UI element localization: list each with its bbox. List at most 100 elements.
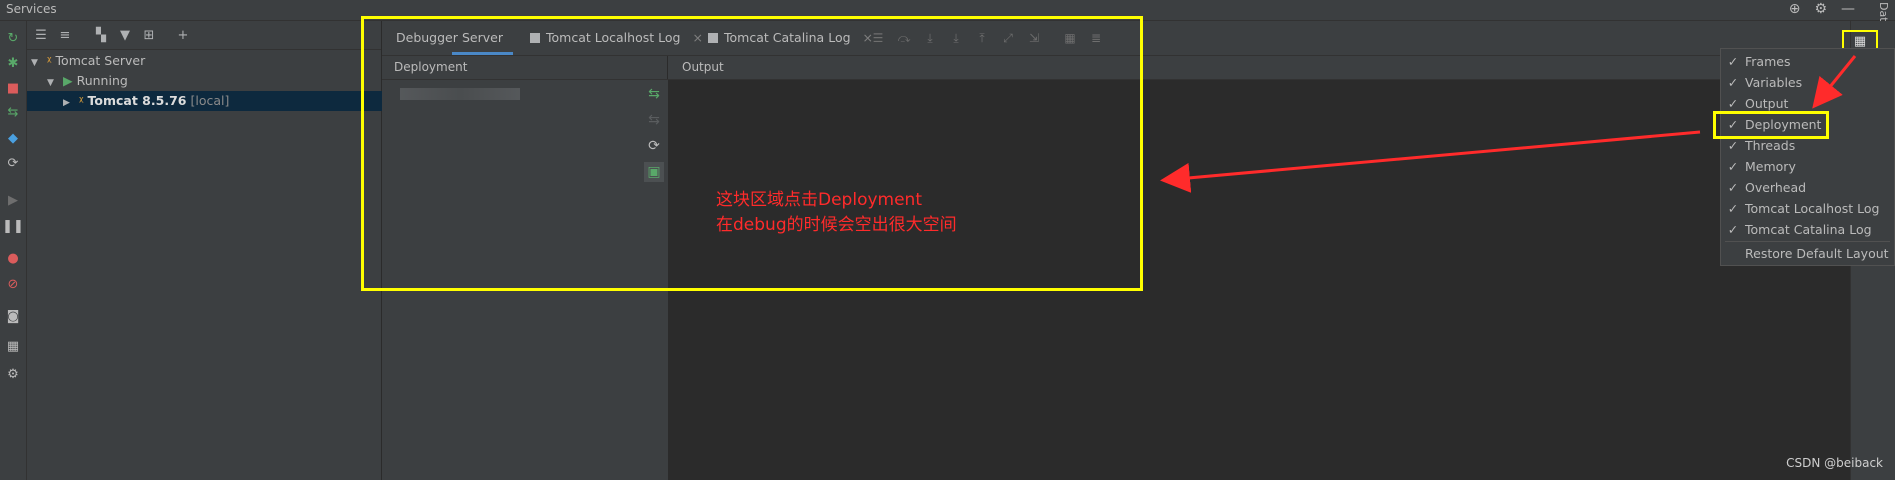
run-to-cursor-icon[interactable]: ⇲ [1026,30,1042,46]
stop-icon[interactable]: ■ [4,79,22,97]
refresh-icon[interactable]: ⟳ [644,136,664,156]
check-icon: ✓ [1727,222,1739,237]
run-icon: ▶ [62,73,73,88]
tab-label: Tomcat Localhost Log [546,30,681,45]
main-panel: Debugger Server Tomcat Localhost Log × To… [382,21,1850,480]
list-icon[interactable]: ☰ [870,30,886,46]
expand-arrow-icon[interactable]: ▼ [47,73,59,93]
close-icon[interactable]: × [692,30,702,45]
expand-arrow-icon[interactable]: ▼ [31,53,43,73]
gear-icon[interactable]: ⚙ [1814,1,1827,17]
refresh-icon[interactable]: ⟳ [4,154,22,172]
check-icon: ✓ [1727,138,1739,153]
menu-item-deployment[interactable]: ✓ Deployment [1721,114,1894,135]
mute-breakpoints-icon[interactable]: ⊘ [4,275,22,293]
tree-item-tomcat-instance[interactable]: ▶ ᵡ Tomcat 8.5.76 [local] [27,91,417,111]
undeploy-icon[interactable]: ⇆ [644,110,664,130]
step-out-icon[interactable]: ⤒ [974,30,990,46]
menu-item-output[interactable]: ✓ Output [1721,93,1894,114]
pause-icon[interactable]: ❚❚ [2,217,24,235]
deploy-all-icon[interactable]: ⇆ [644,84,664,104]
trace-icon[interactable]: ≣ [1088,30,1104,46]
menu-item-label: Deployment [1745,117,1822,132]
menu-item-overhead[interactable]: ✓ Overhead [1721,177,1894,198]
menu-item-frames[interactable]: ✓ Frames [1721,51,1894,72]
menu-item-label: Restore Default Layout [1745,246,1889,261]
tab-label: Tomcat Catalina Log [724,30,851,45]
menu-item-label: Variables [1745,75,1803,90]
filter-icon[interactable]: ▼ [117,27,133,43]
tab-server[interactable]: Server [452,21,513,55]
tab-debugger[interactable]: Debugger [396,21,458,55]
minimize-icon[interactable]: — [1841,1,1855,17]
new-tab-icon[interactable]: ⊞ [141,27,157,43]
window-title: Services [6,2,57,16]
tree-item-label: Tomcat Server [55,53,146,68]
tab-tomcat-localhost-log[interactable]: Tomcat Localhost Log × [530,21,703,55]
menu-item-label: Threads [1745,138,1796,153]
tab-tomcat-catalina-log[interactable]: Tomcat Catalina Log × [708,21,873,55]
menu-item-label: Tomcat Localhost Log [1745,201,1880,216]
tree-item-label: Tomcat 8.5.76 [87,93,187,108]
menu-item-threads[interactable]: ✓ Threads [1721,135,1894,156]
step-into-icon[interactable]: ⤓ [922,30,938,46]
pane-header-row: Deployment Output [382,56,1850,80]
check-icon: ✓ [1727,180,1739,195]
update-icon[interactable]: ◆ [4,129,22,147]
tomcat-icon: ᵡ [46,53,52,68]
settings-icon[interactable]: ⚙ [4,365,22,383]
expand-all-icon[interactable]: ☰ [33,27,49,43]
resume-icon[interactable]: ▶ [4,191,22,209]
deployment-pane: ⇆ ⇆ ⟳ ▣ [382,80,669,480]
menu-item-restore-default-layout[interactable]: Restore Default Layout [1721,243,1894,264]
menu-item-tomcat-catalina-log[interactable]: ✓ Tomcat Catalina Log [1721,219,1894,240]
deploy-icon[interactable]: ⇆ [4,103,22,121]
menu-item-tomcat-localhost-log[interactable]: ✓ Tomcat Localhost Log [1721,198,1894,219]
blurred-deployment-item[interactable] [400,88,520,100]
evaluate-icon[interactable]: ▦ [1062,30,1078,46]
menu-separator [1725,241,1890,242]
watermark: CSDN @beiback [1786,456,1883,470]
annotation-line-2: 在debug的时候会空出很大空间 [716,215,957,235]
check-icon: ✓ [1727,96,1739,111]
layout-popup-menu: ✓ Frames ✓ Variables ✓ Output ✓ Deployment ✓… [1720,48,1895,266]
menu-item-label: Tomcat Catalina Log [1745,222,1872,237]
drop-frame-icon[interactable]: ⤢ [1000,30,1016,46]
step-over-icon[interactable]: ⤼ [896,30,912,46]
add-service-icon[interactable]: + [175,27,191,43]
check-icon: ✓ [1727,75,1739,90]
check-icon: ✓ [1727,54,1739,69]
tree-item-tomcat-server[interactable]: ▼ ᵡ Tomcat Server [27,51,385,71]
tab-bar: Debugger Server Tomcat Localhost Log × To… [382,21,1850,56]
tomcat-icon: ᵡ [78,93,84,108]
check-icon: ✓ [1727,117,1739,132]
menu-item-label: Memory [1745,159,1796,174]
force-step-into-icon[interactable]: ⤓ [948,30,964,46]
services-tree-panel: ☰ ≡ ▚ ▼ ⊞ + ▼ ᵡ Tomcat Server ▼ ▶ Runnin… [27,21,417,480]
tree-item-running[interactable]: ▼ ▶ Running [27,71,401,91]
title-bar: Services ⊕ ⚙ — [0,0,1895,21]
annotation-line-1: 这块区域点击Deployment [716,190,922,210]
tree-item-suffix: [local] [190,93,230,108]
annotation-text: 这块区域点击Deployment 在debug的时候会空出很大空间 [716,188,957,238]
menu-item-memory[interactable]: ✓ Memory [1721,156,1894,177]
deployment-header: Deployment [394,60,468,74]
globe-icon[interactable]: ⊕ [1789,1,1801,17]
group-icon[interactable]: ▚ [93,27,109,43]
collapse-all-icon[interactable]: ≡ [57,27,73,43]
check-icon: ✓ [1727,159,1739,174]
collapse-arrow-icon[interactable]: ▶ [63,93,75,113]
menu-item-variables[interactable]: ✓ Variables [1721,72,1894,93]
tree-toolbar: ☰ ≡ ▚ ▼ ⊞ + [27,21,381,50]
layout-icon[interactable]: ▦ [4,337,22,355]
breakpoints-icon[interactable]: ● [4,249,22,267]
camera-icon[interactable]: ◙ [4,307,22,325]
log-icon [708,32,718,43]
output-pane [669,80,1850,480]
output-header: Output [682,60,724,74]
rerun-icon[interactable]: ↻ [4,29,22,47]
deployment-settings-icon[interactable]: ▣ [644,162,664,182]
debug-icon[interactable]: ✱ [4,54,22,72]
menu-item-label: Overhead [1745,180,1807,195]
pane-divider[interactable] [667,56,668,79]
